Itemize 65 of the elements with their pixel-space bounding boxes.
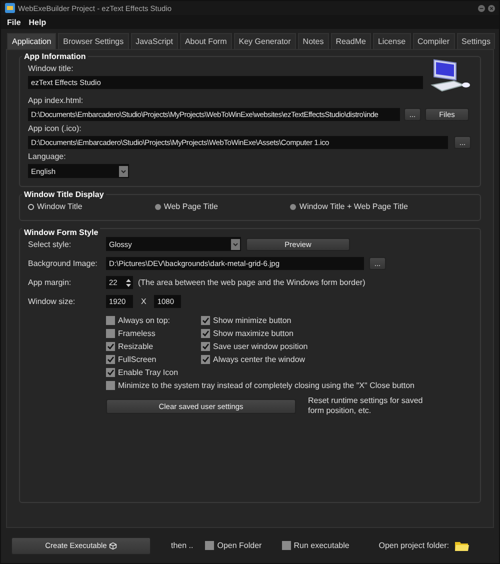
close-icon[interactable] [488,4,495,12]
tab[interactable]: Settings [456,33,496,49]
minimize-icon[interactable] [478,4,485,12]
radio-label: Window Title + Web Page Title [299,202,408,211]
then-label: then .. [171,541,194,550]
field-label: App index.html: [28,96,84,105]
checkbox[interactable] [106,381,115,390]
tab[interactable]: Browser Settings [58,33,129,49]
field-label: App margin: [28,278,72,287]
cube-icon [108,542,117,550]
tab[interactable]: About Form [180,33,232,49]
checkbox[interactable] [106,329,115,338]
field-label: Window title: [28,64,74,73]
group-heading: App Information [22,52,88,61]
tab[interactable]: JavaScript [130,33,178,49]
tab[interactable]: Compiler [412,33,455,49]
checkbox-label: Open Folder [217,541,262,550]
reset-note: Reset runtime settings for saved form position, etc. [308,396,423,416]
checkbox-label: Frameless [118,329,156,338]
checkbox[interactable] [106,355,115,364]
checkbox[interactable] [205,541,214,550]
menu-item[interactable]: File [7,18,21,26]
checkbox[interactable] [106,342,115,351]
size-separator: X [141,297,146,306]
computer-icon [428,59,472,93]
radio-button[interactable] [154,204,161,210]
checkbox-label: Show minimize button [213,316,292,325]
radio-label: Window Title [37,202,82,211]
checkbox[interactable] [282,541,291,550]
tab[interactable]: License [372,33,411,49]
field-label: Window size: [28,297,76,306]
group-heading: Window Form Style [22,228,100,237]
margin-note: (The area between the web page and the Windows form border) [138,278,366,287]
checkbox-label: Always center the window [213,355,306,364]
checkbox-label: Enable Tray Icon [118,368,178,377]
tab[interactable]: Notes [298,33,329,49]
field-label: App icon (.ico): [28,124,82,133]
checkbox-label: Show maximize button [213,329,294,338]
radio-button[interactable] [28,204,34,210]
folder-icon[interactable] [455,540,469,552]
radio-label: Web Page Title [164,202,218,211]
checkbox[interactable] [201,355,210,364]
checkbox[interactable] [201,316,210,325]
menu-item[interactable]: Help [28,18,46,26]
checkbox[interactable] [201,342,210,351]
tab[interactable]: ReadMe [330,33,371,49]
field-label: Select style: [28,240,72,248]
checkbox[interactable] [106,316,115,325]
group-heading: Window Title Display [22,190,106,199]
checkbox[interactable] [106,368,115,377]
checkbox-label: Always on top: [118,316,170,325]
tab[interactable]: Key Generator [234,33,296,49]
checkbox-label: Save user window position [213,342,308,351]
checkbox-label: Minimize to the system tray instead of completely closing using the "X" Close button [118,381,414,390]
checkbox-label: Resizable [118,342,154,351]
app-icon [5,3,15,13]
checkbox-label: Run executable [294,541,350,550]
checkbox-label: FullScreen [118,355,156,364]
checkbox[interactable] [201,329,210,338]
project-folder-label: Open project folder: [378,541,449,550]
field-label: Language: [28,152,67,161]
tab[interactable]: Application [7,33,56,49]
radio-button[interactable] [290,204,296,210]
field-label: Background Image: [28,259,98,268]
spinner-arrows-icon[interactable] [125,276,132,288]
